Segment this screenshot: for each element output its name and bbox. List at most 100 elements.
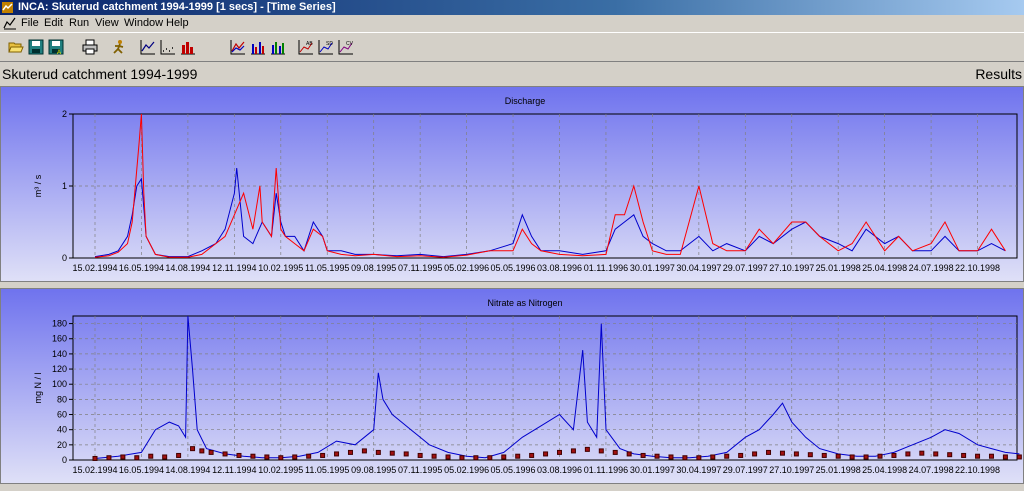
chart-zoom-icon[interactable] xyxy=(230,39,246,55)
observation-marker xyxy=(190,446,196,452)
observation-marker xyxy=(236,452,242,458)
y-tick-label: 120 xyxy=(52,364,67,374)
bar-chart-icon[interactable] xyxy=(180,39,196,55)
x-tick-label: 30.04.1997 xyxy=(676,263,721,273)
observation-marker xyxy=(162,454,168,460)
x-tick-label: 09.08.1995 xyxy=(351,263,396,273)
save-all-icon[interactable]: A xyxy=(48,39,64,55)
document-chart-icon[interactable] xyxy=(3,16,17,30)
chart-stats-3-icon[interactable]: CV xyxy=(338,39,354,55)
observation-marker xyxy=(724,453,730,459)
x-tick-label: 16.05.1994 xyxy=(119,465,164,475)
nitrate-chart: Nitrate as Nitrogen mg N / l 0 20 40 60 80 100 1… xyxy=(1,289,1023,483)
y-tick-label: 0 xyxy=(62,455,67,465)
chart-bars-icon[interactable] xyxy=(250,39,266,55)
y-tick-label: 140 xyxy=(52,349,67,359)
discharge-chart-panel: Discharge m³ / s 0 1 2 15.02.1994 16.05.1994 14… xyxy=(0,86,1024,282)
observation-marker xyxy=(752,451,758,457)
chart-title: Discharge xyxy=(505,96,546,106)
observation-marker xyxy=(501,454,507,460)
x-tick-label: 05.05.1996 xyxy=(491,263,536,273)
y-tick-label: 60 xyxy=(57,410,67,420)
observation-marker xyxy=(668,454,674,460)
x-tick-label: 27.10.1997 xyxy=(769,465,814,475)
observation-marker xyxy=(557,449,562,455)
discharge-chart: Discharge m³ / s 0 1 2 15.02.1994 16.05.1994 14… xyxy=(1,87,1023,281)
y-tick-label: 0 xyxy=(62,253,67,263)
observation-marker xyxy=(570,448,576,454)
observation-marker xyxy=(807,452,813,458)
x-tick-label: 11.05.1995 xyxy=(305,263,349,273)
x-tick-label: 30.04.1997 xyxy=(676,465,721,475)
x-tick-label: 05.05.1996 xyxy=(491,465,536,475)
x-tick-label: 30.01.1997 xyxy=(630,465,675,475)
menu-window[interactable]: Window xyxy=(124,15,163,31)
chart-bars-color-icon[interactable] xyxy=(270,39,286,55)
observation-marker xyxy=(361,448,367,454)
observation-marker xyxy=(292,454,298,460)
chart-background xyxy=(1,289,1023,483)
observation-marker xyxy=(92,455,98,461)
chart-stats-2-icon[interactable]: SD xyxy=(318,39,334,55)
nitrate-chart-panel: Nitrate as Nitrogen mg N / l 0 20 40 60 80 100 1… xyxy=(0,288,1024,484)
x-tick-label: 30.01.1997 xyxy=(630,263,675,273)
observation-marker xyxy=(640,452,646,458)
x-tick-label: 07.11.1995 xyxy=(398,263,442,273)
observation-marker xyxy=(988,453,994,459)
observation-marker xyxy=(148,453,154,459)
observation-marker xyxy=(598,448,604,454)
x-tick-label: 25.01.1998 xyxy=(816,465,861,475)
y-tick-label: 160 xyxy=(52,334,67,344)
observation-marker xyxy=(264,454,270,460)
x-tick-label: 29.07.1997 xyxy=(723,465,768,475)
menu-run[interactable]: Run xyxy=(69,15,89,31)
observation-marker xyxy=(905,451,911,457)
window-titlebar: INCA: Skuterud catchment 1994-1999 [1 se… xyxy=(0,0,1024,15)
x-tick-label: 12.11.1994 xyxy=(212,263,256,273)
save-icon[interactable] xyxy=(28,39,44,55)
y-tick-label: 20 xyxy=(57,440,67,450)
observation-marker xyxy=(134,455,140,461)
x-tick-label: 24.07.1998 xyxy=(909,465,954,475)
observation-marker xyxy=(696,455,702,461)
results-label: Results xyxy=(975,66,1022,82)
svg-text:AB: AB xyxy=(306,41,313,47)
x-tick-label: 10.02.1995 xyxy=(258,465,303,475)
observation-marker xyxy=(849,454,855,460)
observation-marker xyxy=(933,451,939,457)
window-title: INCA: Skuterud catchment 1994-1999 [1 se… xyxy=(18,1,336,13)
x-tick-label: 05.02.1996 xyxy=(444,263,489,273)
observation-marker xyxy=(487,455,493,461)
y-tick-label: 1 xyxy=(62,181,67,191)
x-tick-label: 25.04.1998 xyxy=(862,263,907,273)
menu-edit[interactable]: Edit xyxy=(44,15,63,31)
observation-marker xyxy=(334,451,340,457)
menu-help[interactable]: Help xyxy=(166,15,189,31)
observation-marker xyxy=(975,453,981,459)
menu-file[interactable]: File xyxy=(21,15,39,31)
print-icon[interactable] xyxy=(82,39,98,55)
run-icon[interactable] xyxy=(111,39,127,55)
menu-bar: File Edit Run View Window Help xyxy=(0,15,1024,32)
observation-marker xyxy=(515,453,521,459)
observation-marker xyxy=(961,452,967,458)
dotted-chart-icon[interactable] xyxy=(160,39,176,55)
observation-marker xyxy=(584,446,590,452)
observation-marker xyxy=(738,452,744,458)
menu-view[interactable]: View xyxy=(95,15,119,31)
observation-marker xyxy=(1002,454,1008,460)
observation-marker xyxy=(543,451,549,457)
line-chart-icon[interactable] xyxy=(140,39,156,55)
observation-marker xyxy=(208,449,214,455)
observation-marker xyxy=(120,454,126,460)
open-folder-icon[interactable] xyxy=(8,39,24,55)
observation-marker xyxy=(766,449,772,455)
x-tick-label: 22.10.1998 xyxy=(955,465,1000,475)
x-tick-label: 15.02.1994 xyxy=(72,465,117,475)
observation-marker xyxy=(682,455,688,461)
x-tick-label: 09.08.1995 xyxy=(351,465,396,475)
y-tick-label: 180 xyxy=(52,319,67,329)
chart-stats-icon[interactable]: AB xyxy=(298,39,314,55)
x-tick-label: 03.08.1996 xyxy=(537,465,582,475)
observation-marker xyxy=(250,453,256,459)
